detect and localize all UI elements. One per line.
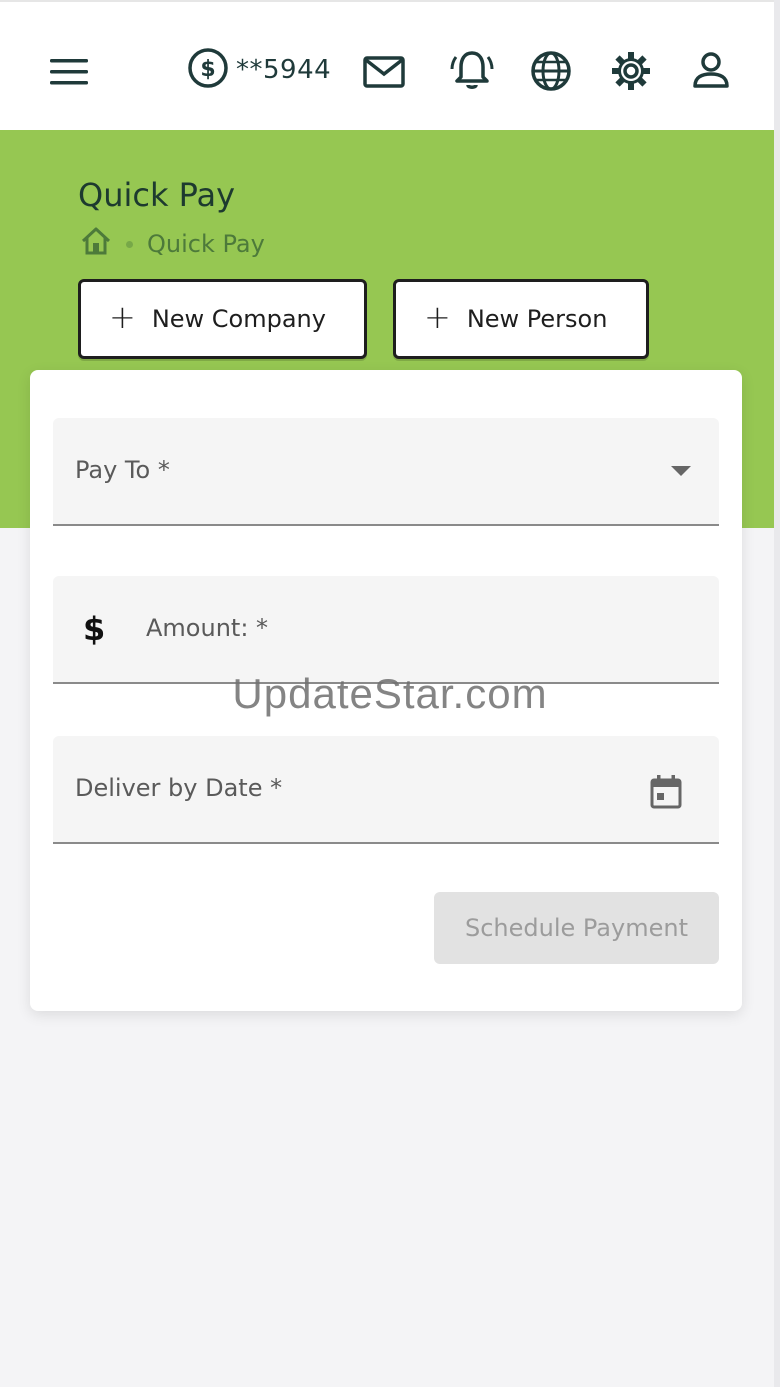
menu-icon[interactable] (50, 54, 88, 90)
dollar-prefix: $ (83, 610, 106, 648)
amount-label: Amount: * (146, 614, 269, 642)
top-bar: $ **5944 (0, 0, 774, 130)
schedule-payment-button[interactable]: Schedule Payment (434, 892, 719, 964)
calendar-icon[interactable] (649, 774, 683, 814)
mail-icon[interactable] (362, 52, 406, 92)
breadcrumb-current: Quick Pay (147, 230, 265, 258)
plus-icon: + (109, 298, 136, 336)
deliver-by-date-input[interactable]: Deliver by Date * (53, 736, 719, 844)
new-person-label: New Person (466, 305, 608, 333)
deliver-by-date-label: Deliver by Date * (75, 774, 283, 802)
globe-icon[interactable] (528, 48, 574, 94)
account-selector[interactable]: $ **5944 (186, 48, 331, 92)
breadcrumb: Quick Pay (80, 226, 265, 262)
gear-icon[interactable] (608, 48, 654, 94)
bell-ringing-icon[interactable] (448, 46, 496, 94)
new-company-button[interactable]: + New Company (78, 279, 367, 359)
breadcrumb-separator (126, 240, 133, 248)
amount-input[interactable]: $ Amount: * (53, 576, 719, 684)
new-company-label: New Company (151, 305, 326, 333)
chevron-down-icon (671, 466, 691, 476)
user-icon[interactable] (690, 50, 732, 92)
home-icon[interactable] (80, 226, 112, 262)
account-number: **5944 (236, 55, 332, 85)
svg-text:$: $ (200, 57, 215, 82)
watermark: UpdateStar.com (232, 670, 548, 717)
plus-icon: + (424, 298, 451, 336)
dollar-circle-icon: $ (186, 46, 230, 94)
pay-to-select[interactable]: Pay To * (53, 418, 719, 526)
new-person-button[interactable]: + New Person (393, 279, 649, 359)
page-title: Quick Pay (78, 176, 236, 214)
pay-to-label: Pay To * (75, 456, 170, 484)
